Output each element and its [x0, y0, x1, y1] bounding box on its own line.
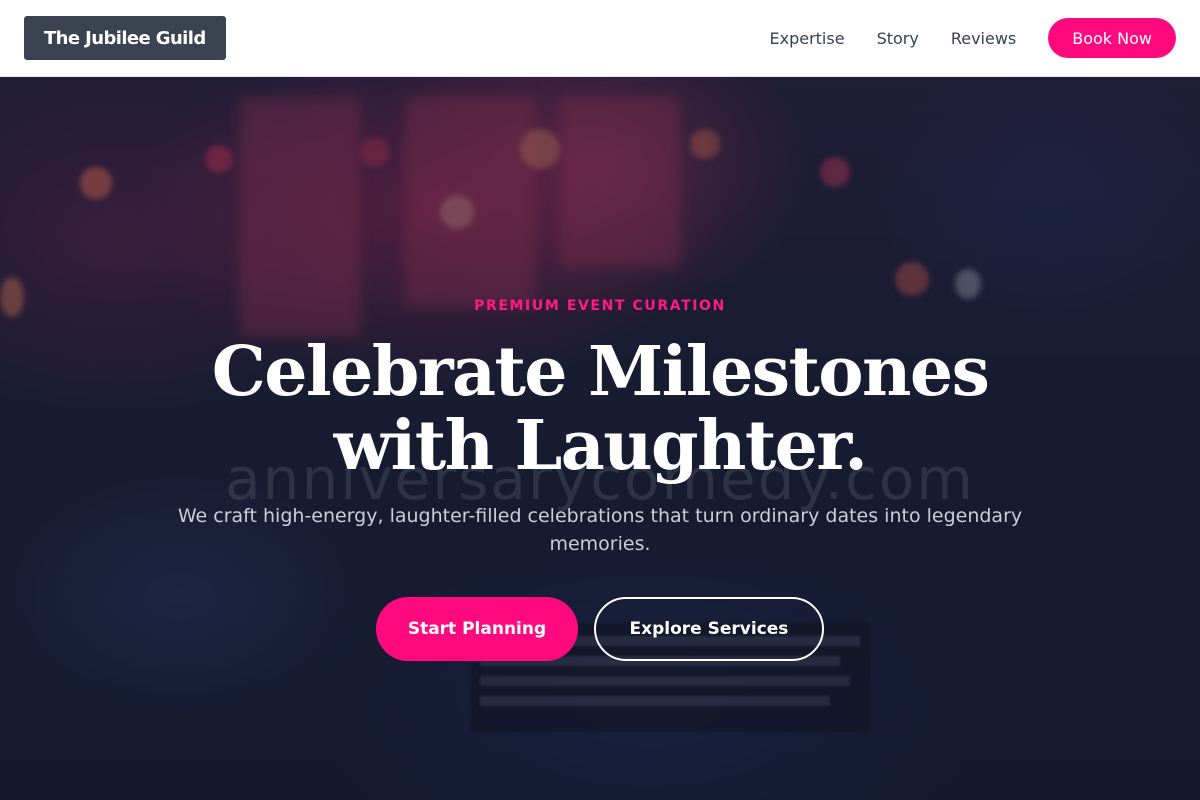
hero-headline: Celebrate Milestones with Laughter. [200, 335, 1000, 483]
hero-eyebrow: PREMIUM EVENT CURATION [474, 298, 726, 314]
hero-section: PREMIUM EVENT CURATION anniversarycomedy… [0, 77, 1200, 800]
book-now-button[interactable]: Book Now [1048, 18, 1176, 58]
headline-line-2: with Laughter. [333, 406, 868, 486]
nav-link-expertise[interactable]: Expertise [770, 29, 845, 48]
start-planning-button[interactable]: Start Planning [376, 597, 578, 661]
explore-services-button[interactable]: Explore Services [594, 597, 824, 661]
site-header: The Jubilee Guild Expertise Story Review… [0, 0, 1200, 77]
nav-link-story[interactable]: Story [877, 29, 919, 48]
site-logo[interactable]: The Jubilee Guild [24, 16, 226, 60]
hero-content: PREMIUM EVENT CURATION anniversarycomedy… [0, 77, 1200, 800]
main-nav: Expertise Story Reviews Book Now [770, 18, 1176, 58]
hero-subtext: We craft high-energy, laughter-filled ce… [177, 505, 1023, 555]
nav-link-reviews[interactable]: Reviews [951, 29, 1016, 48]
headline-line-1: Celebrate Milestones [211, 332, 990, 412]
